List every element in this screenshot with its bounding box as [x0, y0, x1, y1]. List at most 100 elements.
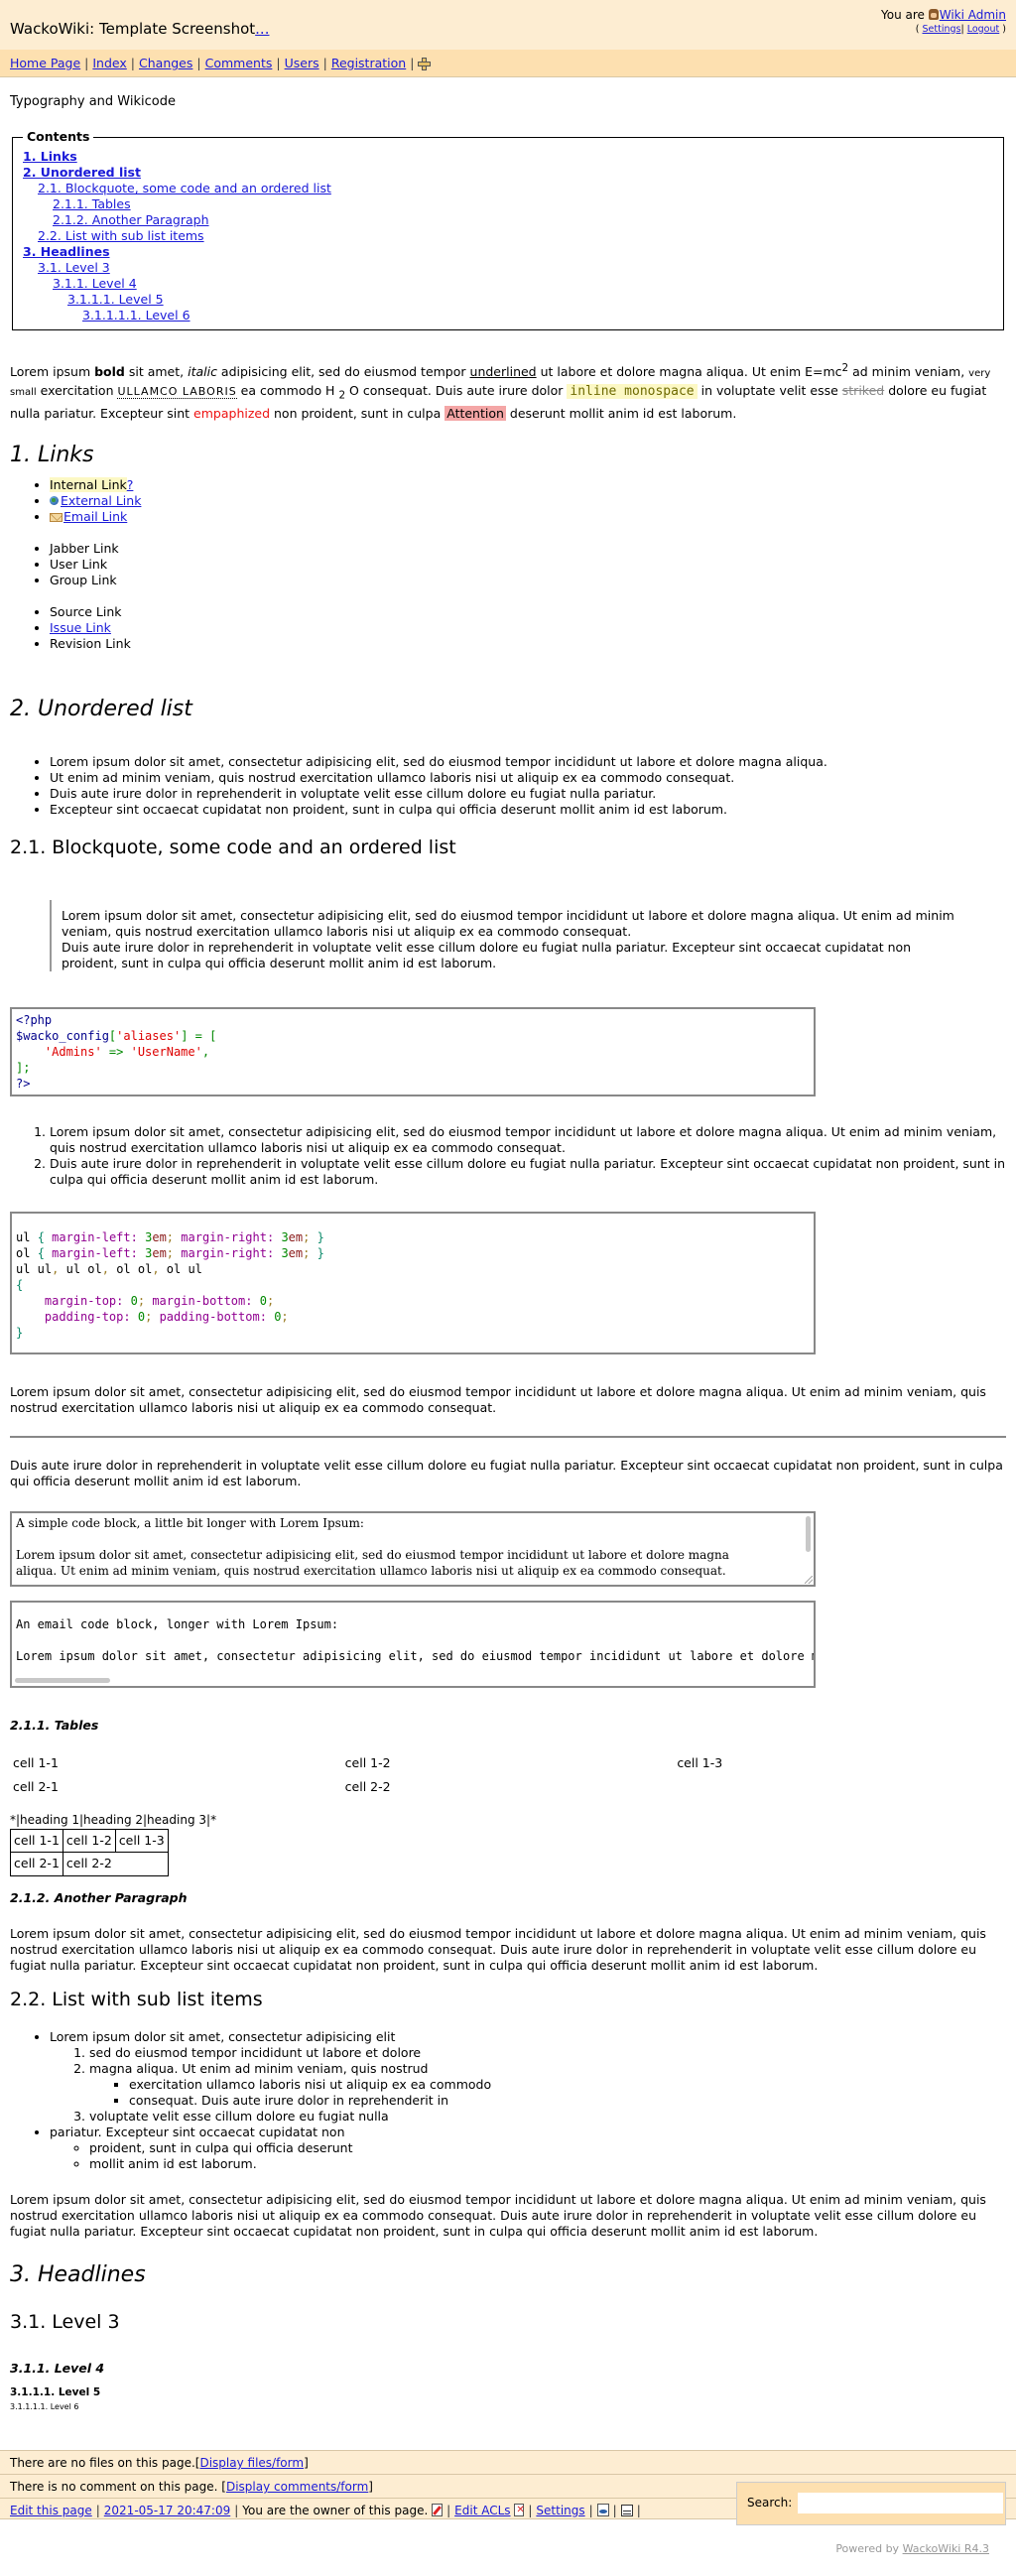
display-files-link[interactable]: Display files/form: [199, 2456, 304, 2470]
paren-close: ): [1002, 23, 1006, 35]
toc-link-level-3[interactable]: 3.1. Level 3: [38, 260, 110, 275]
edit-acls-link[interactable]: Edit ACLs: [454, 2504, 510, 2517]
remove-page-icon[interactable]: [432, 2504, 444, 2517]
paragraph: Lorem ipsum dolor sit amet, consectetur …: [10, 1383, 986, 1415]
search-form: Search:: [736, 2482, 1006, 2525]
page-subtitle: Typography and Wikicode: [10, 94, 176, 109]
edit-page-link[interactable]: Edit this page: [10, 2504, 92, 2517]
separator: |: [588, 2504, 593, 2518]
separator: |: [446, 2504, 451, 2518]
user-avatar-icon: [928, 9, 939, 20]
watch-icon[interactable]: [596, 2504, 609, 2517]
nav-home-page[interactable]: Home Page: [10, 56, 80, 70]
main-navigation: Home Page | Index | Changes | Comments | Users | R…: [0, 50, 1016, 77]
code-token: padding-top: [44, 1309, 124, 1324]
nav-separator: |: [84, 56, 89, 70]
source-link: Source Link: [50, 604, 1006, 620]
toc-item: 2.2. List with sub list items: [23, 228, 993, 244]
toc-link-links[interactable]: 1. Links: [23, 149, 77, 164]
toc-link-blockquote[interactable]: 2.1. Blockquote, some code and an ordere…: [38, 181, 331, 195]
add-bookmark-icon[interactable]: [418, 58, 432, 70]
nav-users[interactable]: Users: [285, 56, 319, 70]
site-title-link[interactable]: ...: [255, 20, 269, 38]
separator: |: [960, 23, 964, 35]
links-list-2: Jabber Link User Link Group Link: [10, 541, 1006, 588]
page-content: Typography and Wikicode Contents 1. Link…: [0, 94, 1016, 2412]
separator: |: [528, 2504, 533, 2518]
page-settings-link[interactable]: Settings: [536, 2504, 584, 2517]
email-link[interactable]: Email Link: [64, 509, 127, 524]
list-item: External Link: [50, 493, 1006, 509]
nav-changes[interactable]: Changes: [139, 56, 192, 70]
code-token: 'aliases': [116, 1028, 182, 1043]
nav-comments[interactable]: Comments: [205, 56, 273, 70]
heading-tables: 2.1.1. Tables: [10, 1717, 99, 1733]
unordered-list: Lorem ipsum dolor sit amet, consectetur …: [10, 754, 1006, 818]
code-token: em: [152, 1245, 167, 1260]
wackowiki-link[interactable]: WackoWiki R4.3: [903, 2542, 989, 2555]
text: in voluptate velit esse: [697, 383, 842, 399]
code-token: padding-bottom: [159, 1309, 260, 1324]
code-token: ol ul: [166, 1261, 202, 1276]
text: Lorem ipsum: [10, 364, 95, 380]
user-settings-link[interactable]: Settings: [923, 24, 961, 35]
external-link[interactable]: External Link: [61, 493, 141, 508]
table-cell: cell 1-1: [10, 1829, 64, 1854]
user-profile-link[interactable]: Wiki Admin: [940, 8, 1006, 22]
code-token: ;: [166, 1229, 175, 1244]
issue-link[interactable]: Issue Link: [50, 620, 111, 635]
list-item: voluptate velit esse cillum dolore eu fu…: [89, 2109, 1006, 2125]
toc-link-level-5[interactable]: 3.1.1.1. Level 5: [67, 292, 164, 307]
code-line: A simple code block, a little bit longer…: [16, 1515, 364, 1530]
display-comments-link[interactable]: Display comments/form: [226, 2480, 368, 2494]
nav-registration[interactable]: Registration: [331, 56, 406, 70]
create-page-link[interactable]: ?: [127, 477, 134, 492]
heading-sublist: 2.2. List with sub list items: [10, 1988, 263, 2010]
toc-link-headlines[interactable]: 3. Headlines: [23, 244, 110, 259]
toc-item: 3.1.1. Level 4: [23, 276, 993, 292]
code-token: {: [37, 1245, 45, 1260]
code-token: margin-right: [181, 1229, 267, 1244]
toc-item: 3. Headlines: [23, 244, 993, 260]
separator: |: [612, 2504, 617, 2518]
table-cell: cell 1-2: [344, 1754, 391, 1770]
site-title: WackoWiki: Template Screenshot...: [10, 20, 269, 40]
separator: |: [234, 2504, 239, 2518]
toc-link-level-4[interactable]: 3.1.1. Level 4: [53, 276, 137, 291]
toc-link-another-paragraph[interactable]: 2.1.2. Another Paragraph: [53, 212, 209, 227]
nav-separator: |: [276, 56, 281, 70]
text: ut labore et dolore magna aliqua. Ut eni…: [536, 364, 842, 380]
php-open-tag: <?php: [16, 1012, 53, 1027]
heading-blockquote: 2.1. Blockquote, some code and an ordere…: [10, 836, 456, 858]
separator: |: [636, 2504, 641, 2518]
jabber-link: Jabber Link: [50, 541, 1006, 557]
acronym: ULLAMCO LABORIS: [117, 385, 237, 400]
resize-handle-icon[interactable]: [805, 1575, 813, 1584]
horizontal-rule: [10, 1435, 1006, 1438]
toc-item: 3.1. Level 3: [23, 260, 993, 276]
toc-link-tables[interactable]: 2.1.1. Tables: [53, 196, 131, 211]
code-token: :: [123, 1309, 131, 1324]
code-line: Lorem ipsum dolor sit amet, consectetur …: [16, 1648, 814, 1663]
code-token: ,: [52, 1261, 60, 1276]
print-icon[interactable]: [620, 2505, 633, 2517]
simple-code-block[interactable]: A simple code block, a little bit longer…: [10, 1510, 816, 1587]
revision-timestamp-link[interactable]: 2021-05-17 20:47:09: [104, 2504, 230, 2517]
horizontal-scrollbar[interactable]: [15, 1677, 110, 1683]
logout-link[interactable]: Logout: [967, 24, 1000, 35]
heading-another-paragraph: 2.1.2. Another Paragraph: [10, 1889, 188, 1905]
code-token: ;: [166, 1245, 175, 1260]
search-label: Search:: [747, 2496, 793, 2510]
vertical-scrollbar[interactable]: [806, 1515, 811, 1552]
acl-icon[interactable]: [514, 2504, 525, 2517]
nav-index[interactable]: Index: [92, 56, 126, 70]
toc-link-unordered-list[interactable]: 2. Unordered list: [23, 165, 141, 180]
toc-link-level-6[interactable]: 3.1.1.1.1. Level 6: [82, 308, 190, 322]
plain-table: cell 1-1 cell 1-2 cell 1-3 cell 2-1 cell…: [10, 1751, 1006, 1800]
search-input[interactable]: [798, 2493, 1004, 2513]
toc-link-sublist[interactable]: 2.2. List with sub list items: [38, 228, 204, 243]
list-item-text: magna aliqua. Ut enim ad minim veniam, q…: [89, 2061, 429, 2077]
underlined-text: underlined: [469, 364, 537, 380]
toc-item: 1. Links: [23, 149, 993, 165]
code-token: 0: [259, 1293, 267, 1308]
